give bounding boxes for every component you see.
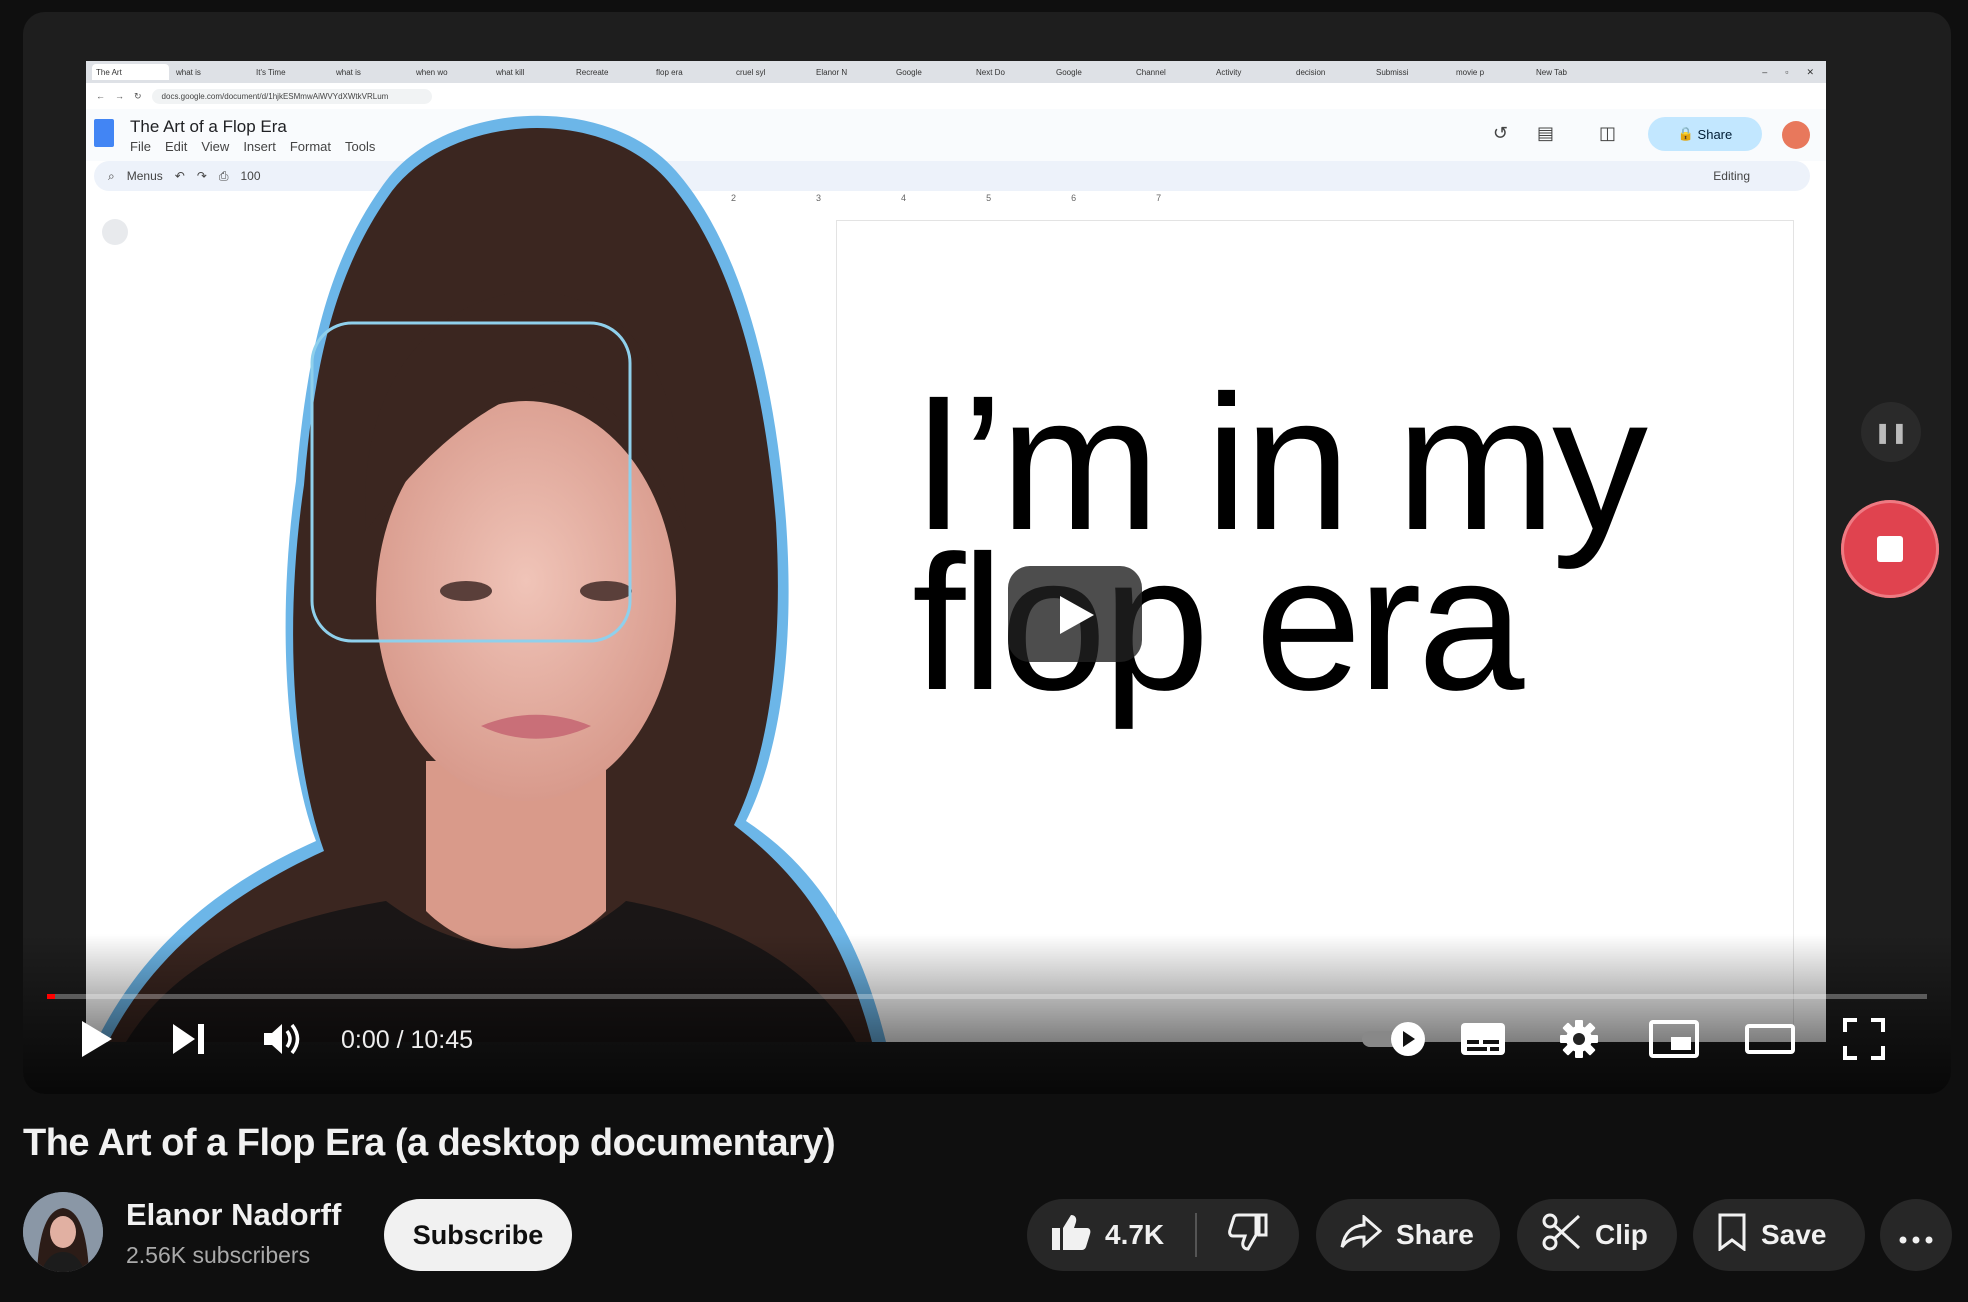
autoplay-toggle-icon[interactable] — [1359, 1017, 1431, 1061]
like-dislike-group: 4.7K — [1027, 1199, 1299, 1271]
meet-icon: ◫ — [1598, 123, 1616, 143]
settings-icon[interactable] — [1549, 1017, 1609, 1061]
thumbs-up-icon — [1051, 1213, 1091, 1258]
browser-tab: movie p — [1456, 67, 1485, 77]
editing-mode: Editing — [1713, 169, 1750, 183]
subtitles-icon[interactable] — [1453, 1017, 1513, 1061]
progress-fill — [47, 994, 55, 999]
channel-name[interactable]: Elanor Nadorff — [126, 1197, 341, 1233]
lock-icon: 🔒 — [1677, 126, 1698, 141]
clip-label: Clip — [1595, 1219, 1648, 1250]
bookmark-icon — [1717, 1213, 1747, 1258]
video-player[interactable]: The Art what is It's Time what is when w… — [23, 12, 1951, 1094]
big-play-button[interactable] — [1008, 566, 1142, 662]
browser-tab: decision — [1296, 67, 1326, 77]
docs-avatar — [1782, 121, 1810, 149]
ruler-number: 7 — [1156, 193, 1162, 203]
browser-tab: Submissi — [1376, 67, 1409, 77]
like-button[interactable]: 4.7K — [1027, 1199, 1195, 1271]
scissors-icon — [1541, 1212, 1581, 1259]
progress-bar[interactable] — [47, 994, 1927, 999]
recording-stop-icon[interactable] — [1841, 500, 1939, 598]
browser-tab: Google — [896, 67, 922, 77]
video-title: The Art of a Flop Era (a desktop documen… — [23, 1122, 836, 1164]
presenter-image — [96, 115, 886, 1042]
window-controls: – ▫ ✕ — [1762, 66, 1814, 77]
recording-pause-icon[interactable]: ❚❚ — [1861, 402, 1921, 462]
save-label: Save — [1761, 1219, 1827, 1250]
more-horiz-icon — [1899, 1219, 1933, 1251]
browser-tab: Activity — [1216, 67, 1242, 77]
ruler-number: 5 — [986, 193, 992, 203]
share-label: Share — [1396, 1219, 1474, 1250]
browser-tab: Next Do — [976, 67, 1005, 77]
ruler-number: 6 — [1071, 193, 1077, 203]
dislike-button[interactable] — [1197, 1199, 1299, 1271]
docs-share-label: Share — [1697, 126, 1733, 142]
next-icon[interactable] — [163, 1017, 215, 1061]
save-button[interactable]: Save — [1693, 1199, 1865, 1271]
docs-share-button: 🔒 Share — [1648, 117, 1762, 151]
comments-icon: ▤ — [1536, 123, 1554, 143]
browser-tab: New Tab — [1536, 67, 1567, 77]
like-count: 4.7K — [1105, 1219, 1165, 1250]
controls-gradient — [23, 934, 1951, 1094]
miniplayer-icon[interactable] — [1643, 1017, 1705, 1061]
share-button[interactable]: Share — [1316, 1199, 1500, 1271]
browser-tab: Channel — [1136, 67, 1166, 77]
fullscreen-icon[interactable] — [1833, 1017, 1895, 1061]
thumbs-down-icon — [1228, 1213, 1268, 1258]
subscriber-count: 2.56K subscribers — [126, 1242, 311, 1268]
time-display: 0:00 / 10:45 — [341, 1026, 474, 1054]
ruler-number: 4 — [901, 193, 907, 203]
volume-icon[interactable] — [255, 1017, 311, 1061]
share-icon — [1340, 1213, 1383, 1256]
more-actions-button[interactable] — [1880, 1199, 1952, 1271]
play-icon[interactable] — [71, 1017, 123, 1061]
video-frame[interactable]: The Art what is It's Time what is when w… — [86, 61, 1826, 1042]
avatar[interactable] — [23, 1192, 103, 1272]
history-icon: ↺ — [1492, 123, 1508, 143]
browser-tab: Google — [1056, 67, 1082, 77]
subscribe-button[interactable]: Subscribe — [384, 1199, 572, 1271]
clip-button[interactable]: Clip — [1517, 1199, 1677, 1271]
theater-icon[interactable] — [1739, 1017, 1801, 1061]
